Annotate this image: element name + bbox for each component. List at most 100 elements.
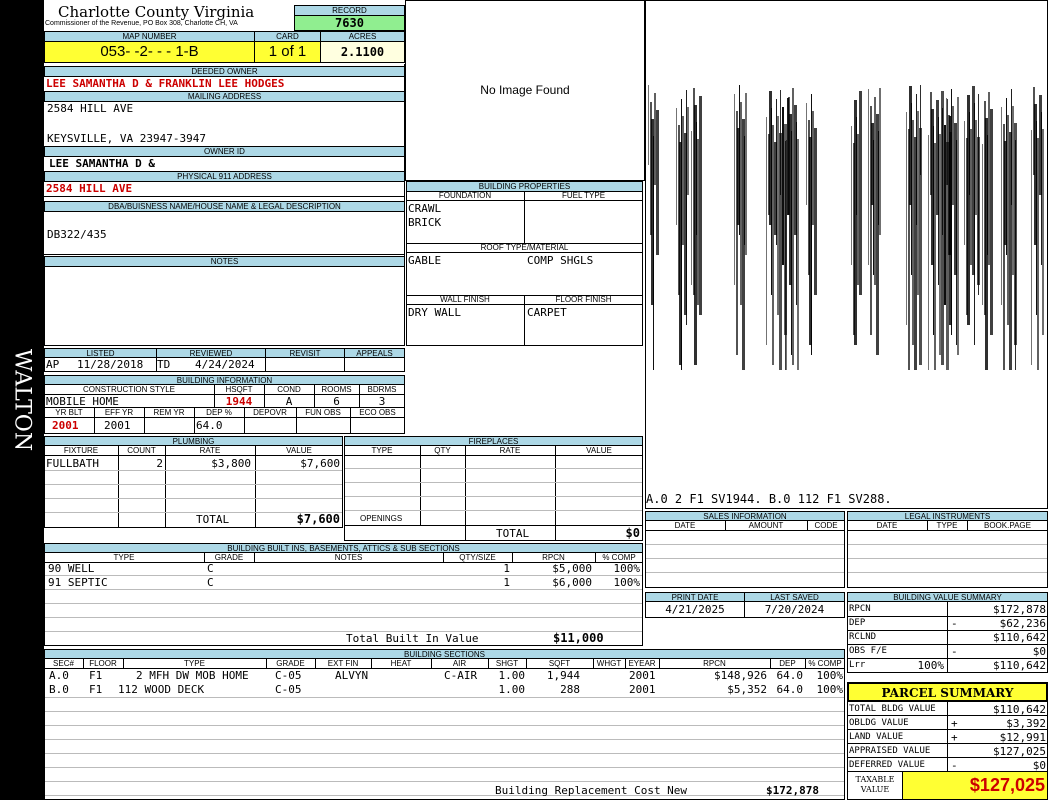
district-sidebar: WALTON xyxy=(0,0,44,800)
total-bldg-label: TOTAL BLDG VALUE xyxy=(849,704,936,714)
sec-col-shgt: SHGT xyxy=(488,659,526,669)
fireplace-col-rate: RATE xyxy=(465,446,555,456)
dba-label: DBA/BUISNESS NAME/HOUSE NAME & LEGAL DES… xyxy=(44,201,405,212)
grid-line xyxy=(45,739,844,740)
sketch-stroke xyxy=(745,93,748,255)
total-bldg-value: $110,642 xyxy=(993,703,1046,716)
sec-b-eyear: 2001 xyxy=(629,683,656,696)
cond-label: COND xyxy=(264,385,314,395)
builtins-total: $11,000 xyxy=(553,631,604,645)
sec-col-dep: DEP xyxy=(770,659,805,669)
grid-line xyxy=(45,795,844,796)
bvs-rclnd: $110,642 xyxy=(993,631,1046,644)
sketch-stroke xyxy=(1015,140,1017,370)
sec-a-sec: A.0 xyxy=(49,669,69,682)
sales-col-code: CODE xyxy=(807,521,845,531)
sec-b-shgt: 1.00 xyxy=(498,683,526,696)
ecoobs-label: ECO OBS xyxy=(350,408,405,418)
reviewed-code: TD xyxy=(157,358,171,371)
fuel-type-label: FUEL TYPE xyxy=(524,191,643,201)
sketch-stroke xyxy=(814,128,817,295)
sketch-stroke xyxy=(990,109,993,335)
land-value: $12,991 xyxy=(999,731,1046,744)
builtin-grade-2: C xyxy=(207,576,214,589)
legal-description: DB322/435 xyxy=(47,228,107,241)
yrblt-label: YR BLT xyxy=(44,408,94,418)
plumbing-fixture: FULLBATH xyxy=(46,457,99,470)
county-title: Charlotte County Virginia xyxy=(58,3,255,21)
foundation-label: FOUNDATION xyxy=(406,191,524,201)
sketch-stroke xyxy=(978,94,980,295)
sec-col-air: AIR xyxy=(431,659,488,669)
builtins-col-notes: NOTES xyxy=(254,553,443,563)
wall-finish-label: WALL FINISH xyxy=(406,295,524,305)
deeded-owner-label: DEEDED OWNER xyxy=(44,66,405,77)
sec-col-rpcn: RPCN xyxy=(659,659,770,669)
builtin-grade-1: C xyxy=(207,562,214,575)
legal-col-bookpage: BOOK.PAGE xyxy=(967,521,1048,531)
builtin-qty-1: 1 xyxy=(503,562,510,575)
taxable-label-1: TAXABLE xyxy=(855,775,895,784)
sales-col-amount: AMOUNT xyxy=(725,521,807,531)
sketch-stroke xyxy=(699,96,702,315)
sec-b-rpcn: $5,352 xyxy=(727,683,767,696)
sec-a-shgt: 1.00 xyxy=(498,669,526,682)
deeded-owner: LEE SAMANTHA D & FRANKLIN LEE HODGES xyxy=(46,77,285,90)
grid-line xyxy=(45,725,844,726)
county-subtitle: Commissioner of the Revenue, PO Box 308,… xyxy=(45,20,238,27)
sec-a-floor: F1 xyxy=(89,669,103,682)
sec-col-grade: GRADE xyxy=(266,659,315,669)
sec-a-grade: C-05 xyxy=(275,669,302,682)
floor-finish: CARPET xyxy=(527,306,567,319)
sketch-stroke xyxy=(859,91,862,295)
sec-a-type: 2 MFH DW MOB HOME xyxy=(136,669,249,682)
effyr-label: EFF YR xyxy=(94,408,144,418)
plumbing-col-value: VALUE xyxy=(255,446,343,456)
acres-value: 2.1100 xyxy=(320,41,405,63)
grid-line xyxy=(45,711,844,712)
sketch-stroke xyxy=(1042,129,1045,335)
sketch-stroke xyxy=(797,139,800,370)
taxable-label-2: VALUE xyxy=(860,785,890,794)
mailing-line2: KEYSVILLE, VA 23947-3947 xyxy=(47,132,206,145)
builtin-comp-2: 100% xyxy=(613,576,641,589)
card-number: 1 of 1 xyxy=(254,41,321,63)
builtins-total-label: Total Built In Value xyxy=(346,632,479,645)
sec-col-extfin: EXT FIN xyxy=(315,659,371,669)
sec-b-sec: B.0 xyxy=(49,683,69,696)
mailing-address-label: MAILING ADDRESS xyxy=(44,91,405,102)
sec-a-sqft: 1,944 xyxy=(546,669,580,682)
bvs-obs: $0 xyxy=(1032,645,1046,658)
obldg-value: $3,392 xyxy=(1006,717,1046,730)
obldg-label: OBLDG VALUE xyxy=(849,718,909,728)
listed-date: 11/28/2018 xyxy=(77,358,144,371)
foundation-2: BRICK xyxy=(408,216,442,229)
remyr-label: REM YR xyxy=(144,408,194,418)
roof-label: ROOF TYPE/MATERIAL xyxy=(406,243,643,253)
sec-b-sqft: 288 xyxy=(560,683,580,696)
plumbing-col-fixture: FIXTURE xyxy=(44,446,118,456)
sec-b-comp: 100% xyxy=(816,683,844,696)
no-image-text: No Image Found xyxy=(480,83,570,97)
builtin-type-2: 91 SEPTIC xyxy=(48,576,108,589)
funobs-label: FUN OBS xyxy=(296,408,350,418)
grid-line xyxy=(45,697,844,698)
parcel-summary-label: PARCEL SUMMARY xyxy=(847,682,1048,702)
plumbing-col-count: COUNT xyxy=(118,446,165,456)
physical-address: 2584 HILL AVE xyxy=(46,182,133,195)
sec-a-comp: 100% xyxy=(816,669,844,682)
appraised-value: $127,025 xyxy=(993,745,1046,758)
sketch-stroke xyxy=(656,110,659,255)
sketch-stroke xyxy=(687,107,690,195)
sketch-stroke xyxy=(957,97,960,355)
sec-col-whgt: WHGT xyxy=(593,659,625,669)
map-number: 053- -2- - - 1-B xyxy=(44,41,255,63)
grid-line xyxy=(45,767,844,768)
hsqft-label: HSQFT xyxy=(214,385,264,395)
fireplace-col-value: VALUE xyxy=(555,446,643,456)
yrblt-value: 2001 xyxy=(52,419,79,432)
owner-id-label: OWNER ID xyxy=(44,146,405,157)
sales-col-date: DATE xyxy=(645,521,725,531)
mailing-line1: 2584 HILL AVE xyxy=(47,102,134,115)
plumbing-total-label: TOTAL xyxy=(196,513,230,526)
